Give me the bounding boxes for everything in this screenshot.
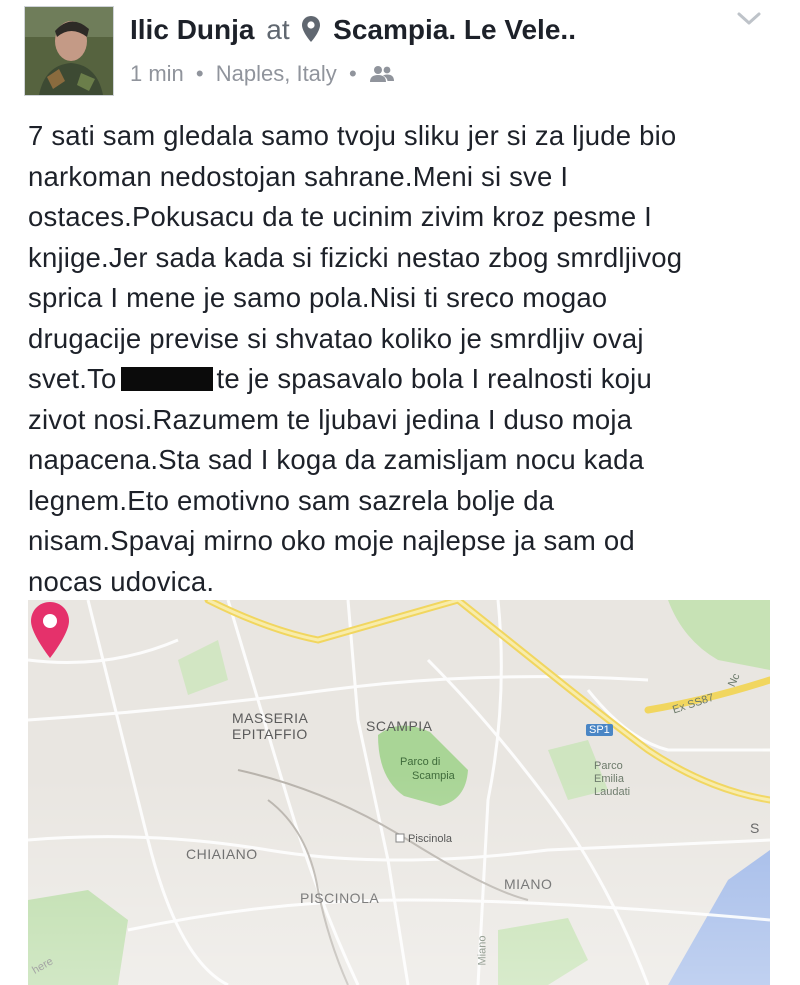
redacted-line-after: te je spasavalo bola I realnosti koju <box>216 363 652 394</box>
post-text-line: drugacije previse si shvatao koliko je s… <box>28 322 644 354</box>
map-graphics <box>28 600 770 985</box>
post-text-line: legnem.Eto emotivno sam sazrela bolje da <box>28 484 555 516</box>
map-label-piscinola: PISCINOLA <box>300 890 380 906</box>
map-label-parco-scampia-2: Scampia <box>412 770 455 782</box>
map-label-epitaffio: EPITAFFIO <box>232 726 308 742</box>
post-text-line: 7 sati sam gledala samo tvoju sliku jer … <box>28 120 677 151</box>
post-text-line: sprica I mene je samo pola.Nisi ti sreco… <box>28 282 608 313</box>
avatar[interactable] <box>24 6 114 96</box>
post-text-line: napacena.Sta sad I koga da zamisljam noc… <box>28 444 645 475</box>
map-label-parco-emilia-3: Laudati <box>594 786 631 798</box>
place-name[interactable]: Scampia. Le Vele.. <box>333 14 576 45</box>
post-text-line: ostaces.Pokusacu da te ucinim zivim kroz… <box>28 201 653 232</box>
map-label-miano-road: Miano <box>476 935 489 966</box>
map-label-masseria: MASSERIA <box>232 710 309 726</box>
meta-separator-2: • <box>348 61 357 87</box>
station-marker <box>395 833 405 843</box>
map-label-parco-emilia-1: Parco <box>594 760 623 772</box>
location-map[interactable]: MASSERIA EPITAFFIO SCAMPIA CHIAIANO PISC… <box>28 600 770 985</box>
map-label-parco-scampia-1: Parco di <box>400 756 441 768</box>
map-label-miano: MIANO <box>504 876 553 892</box>
map-label-station: Piscinola <box>408 833 453 845</box>
chevron-down-icon[interactable] <box>732 6 766 32</box>
post-text-line-redacted: svet.To te je spasavalo bola I realnosti … <box>28 359 768 400</box>
post-header: Ilic Dunja at Scampia. Le Vele.. 1 min •… <box>0 0 800 110</box>
road-badge-sp1: SP1 <box>586 724 613 736</box>
post-time[interactable]: 1 min <box>130 61 184 86</box>
post-location[interactable]: Naples, Italy <box>216 61 337 86</box>
author-line: Ilic Dunja at Scampia. Le Vele.. <box>130 14 576 46</box>
meta-separator: • <box>195 61 204 87</box>
redaction-bar <box>120 367 213 391</box>
map-label-parco-emilia-2: Emilia <box>594 773 624 785</box>
park-area-ne <box>668 600 770 670</box>
redacted-line-before: svet.To <box>28 363 117 394</box>
map-label-edge-s: S <box>750 820 760 836</box>
post-text-line: zivot nosi.Razumem te ljubavi jedina I d… <box>28 403 633 435</box>
post-text-line: nocas udovica. <box>28 565 215 597</box>
post-meta: 1 min • Naples, Italy • <box>130 60 395 87</box>
post-text-line: nisam.Spavaj mirno oko moje najlepse ja … <box>28 525 635 556</box>
at-word: at <box>266 14 290 45</box>
map-label-scampia: SCAMPIA <box>366 718 433 734</box>
post-text-line: narkoman nedostojan sahrane.Meni si sve … <box>28 160 569 192</box>
park-area-s <box>498 918 588 985</box>
map-pin-icon[interactable] <box>28 600 72 660</box>
location-pin-icon <box>302 16 321 42</box>
park-area-n <box>178 640 228 695</box>
avatar-image <box>25 7 113 95</box>
friends-icon[interactable] <box>369 65 395 83</box>
map-label-chiaiano: CHIAIANO <box>186 846 258 862</box>
author-name[interactable]: Ilic Dunja <box>130 14 254 45</box>
post-text-line: knjige.Jer sada kada si fizicki nestao z… <box>28 241 683 273</box>
post-text: 7 sati sam gledala samo tvoju sliku jer … <box>28 116 768 602</box>
